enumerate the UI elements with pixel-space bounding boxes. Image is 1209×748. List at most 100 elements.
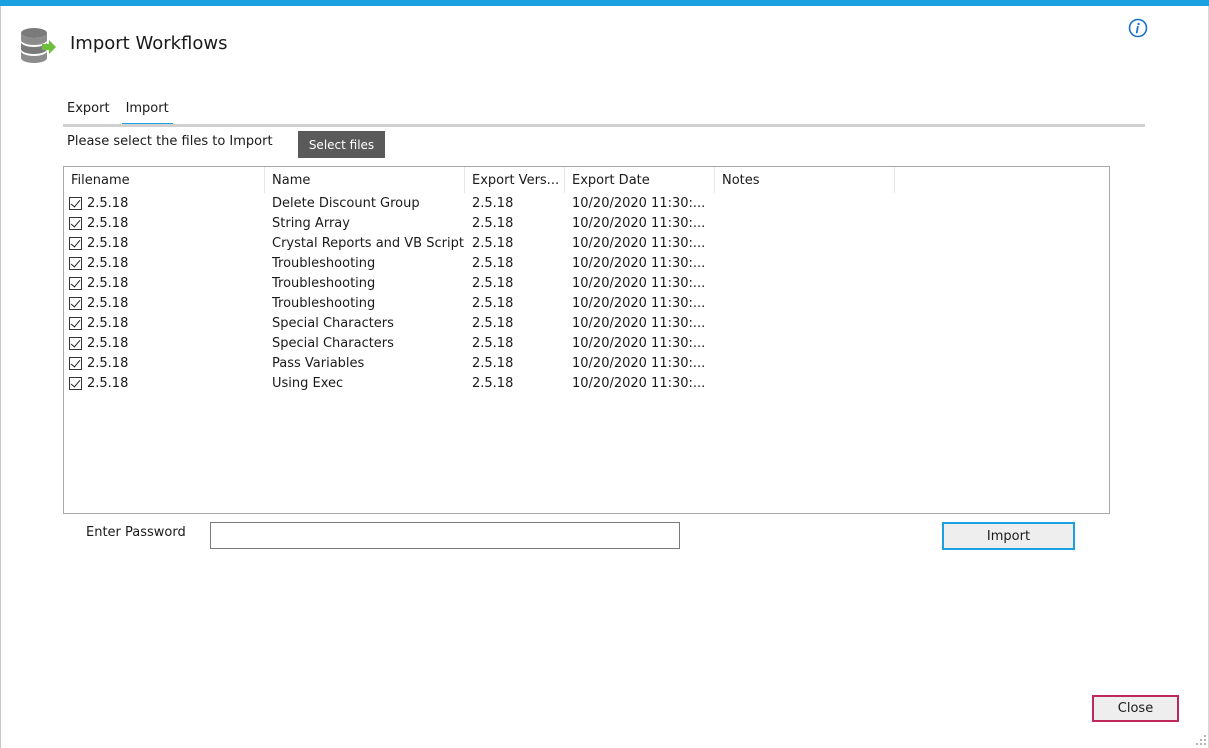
cell-notes [715, 193, 895, 213]
workflow-grid[interactable]: Filename Name Export Vers... Export Date… [63, 166, 1110, 514]
cell-export-version: 2.5.18 [472, 235, 514, 251]
cell-filename: 2.5.18 [64, 313, 265, 333]
tab-export[interactable]: Export [63, 99, 114, 126]
cell-name: Delete Discount Group [272, 195, 420, 211]
cell-name: Troubleshooting [272, 275, 376, 291]
checkbox-checked-icon[interactable] [69, 196, 82, 210]
checkbox-checked-icon[interactable] [69, 276, 82, 290]
checkbox-checked-icon[interactable] [69, 216, 82, 230]
cell-filename-text: 2.5.18 [87, 275, 129, 291]
select-files-prompt: Please select the files to Import [67, 134, 273, 149]
checkbox-checked-icon[interactable] [69, 376, 82, 390]
cell-notes [715, 273, 895, 293]
cell-name: Troubleshooting [272, 255, 376, 271]
cell-export-date: 10/20/2020 11:30:... [572, 275, 706, 291]
cell-name: Pass Variables [272, 355, 365, 371]
cell-export-version: 2.5.18 [472, 315, 514, 331]
cell-filename-text: 2.5.18 [87, 195, 129, 211]
cell-export-version: 2.5.18 [472, 255, 514, 271]
cell-export-version: 2.5.18 [472, 275, 514, 291]
cell-export-version: 2.5.18 [472, 215, 514, 231]
cell-notes [715, 353, 895, 373]
column-header-notes[interactable]: Notes [715, 167, 895, 193]
cell-export-date: 10/20/2020 11:30:... [572, 195, 706, 211]
table-row[interactable]: 2.5.18 Pass Variables 2.5.18 10/20/2020 11:… [64, 353, 1109, 373]
cell-filename: 2.5.18 [64, 293, 265, 313]
info-icon[interactable] [1128, 18, 1148, 38]
import-button[interactable]: Import [942, 522, 1075, 550]
cell-notes [715, 233, 895, 253]
table-row[interactable]: 2.5.18 Crystal Reports and VB Script 2.5.1… [64, 233, 1109, 253]
checkbox-checked-icon[interactable] [69, 316, 82, 330]
cell-filename: 2.5.18 [64, 333, 265, 353]
table-row[interactable]: 2.5.18 Special Characters 2.5.18 10/20/2020… [64, 313, 1109, 333]
checkbox-checked-icon[interactable] [69, 336, 82, 350]
table-row[interactable]: 2.5.18 Troubleshooting 2.5.18 10/20/2020 11… [64, 253, 1109, 273]
cell-notes [715, 253, 895, 273]
cell-filename-text: 2.5.18 [87, 255, 129, 271]
cell-notes [715, 313, 895, 333]
password-field[interactable] [210, 522, 680, 549]
cell-export-version: 2.5.18 [472, 195, 514, 211]
table-row[interactable]: 2.5.18 Delete Discount Group 2.5.18 10/20/2… [64, 193, 1109, 213]
cell-filename: 2.5.18 [64, 233, 265, 253]
cell-export-version: 2.5.18 [472, 295, 514, 311]
cell-export-date: 10/20/2020 11:30:... [572, 235, 706, 251]
cell-filename: 2.5.18 [64, 253, 265, 273]
table-row[interactable]: 2.5.18 Troubleshooting 2.5.18 10/20/2020 11… [64, 293, 1109, 313]
checkbox-checked-icon[interactable] [69, 236, 82, 250]
cell-export-date: 10/20/2020 11:30:... [572, 335, 706, 351]
checkbox-checked-icon[interactable] [69, 256, 82, 270]
table-row[interactable]: 2.5.18 Special Characters 2.5.18 10/20/2020… [64, 333, 1109, 353]
cell-name: Crystal Reports and VB Script [272, 235, 464, 251]
table-row[interactable]: 2.5.18 String Array 2.5.18 10/20/2020 11:30… [64, 213, 1109, 233]
cell-export-date: 10/20/2020 11:30:... [572, 295, 706, 311]
window-left-border [0, 6, 1, 748]
cell-export-date: 10/20/2020 11:30:... [572, 255, 706, 271]
database-export-icon [18, 26, 58, 66]
resize-grip-icon[interactable] [1195, 734, 1207, 746]
tab-import[interactable]: Import [121, 99, 173, 126]
table-row[interactable]: 2.5.18 Troubleshooting 2.5.18 10/20/2020 11… [64, 273, 1109, 293]
password-label: Enter Password [86, 525, 186, 540]
cell-export-date: 10/20/2020 11:30:... [572, 315, 706, 331]
cell-filename: 2.5.18 [64, 213, 265, 233]
cell-notes [715, 333, 895, 353]
cell-export-version: 2.5.18 [472, 375, 514, 391]
cell-notes [715, 213, 895, 233]
window-title: Import Workflows [70, 33, 228, 54]
cell-export-version: 2.5.18 [472, 355, 514, 371]
cell-filename-text: 2.5.18 [87, 295, 129, 311]
grid-body: 2.5.18 Delete Discount Group 2.5.18 10/20/2… [64, 193, 1109, 393]
cell-export-date: 10/20/2020 11:30:... [572, 355, 706, 371]
column-header-export-date[interactable]: Export Date [565, 167, 715, 193]
select-files-button[interactable]: Select files [298, 131, 385, 158]
cell-filename: 2.5.18 [64, 353, 265, 373]
cell-export-date: 10/20/2020 11:30:... [572, 215, 706, 231]
tab-strip: Export Import [63, 99, 181, 126]
checkbox-checked-icon[interactable] [69, 296, 82, 310]
cell-filename-text: 2.5.18 [87, 315, 129, 331]
cell-name: String Array [272, 215, 350, 231]
cell-filename-text: 2.5.18 [87, 355, 129, 371]
cell-name: Special Characters [272, 315, 394, 331]
cell-notes [715, 293, 895, 313]
cell-filename: 2.5.18 [64, 373, 265, 393]
column-header-filename[interactable]: Filename [64, 167, 265, 193]
column-header-export-version[interactable]: Export Vers... [465, 167, 565, 193]
close-button[interactable]: Close [1092, 695, 1179, 722]
cell-filename-text: 2.5.18 [87, 235, 129, 251]
table-row[interactable]: 2.5.18 Using Exec 2.5.18 10/20/2020 11:30:.… [64, 373, 1109, 393]
cell-name: Special Characters [272, 335, 394, 351]
grid-header: Filename Name Export Vers... Export Date… [64, 167, 1109, 193]
checkbox-checked-icon[interactable] [69, 356, 82, 370]
cell-name: Troubleshooting [272, 295, 376, 311]
cell-export-version: 2.5.18 [472, 335, 514, 351]
cell-name: Using Exec [272, 375, 344, 391]
column-header-name[interactable]: Name [265, 167, 465, 193]
cell-export-date: 10/20/2020 11:30:... [572, 375, 706, 391]
cell-filename: 2.5.18 [64, 273, 265, 293]
cell-filename-text: 2.5.18 [87, 375, 129, 391]
cell-notes [715, 373, 895, 393]
cell-filename-text: 2.5.18 [87, 335, 129, 351]
